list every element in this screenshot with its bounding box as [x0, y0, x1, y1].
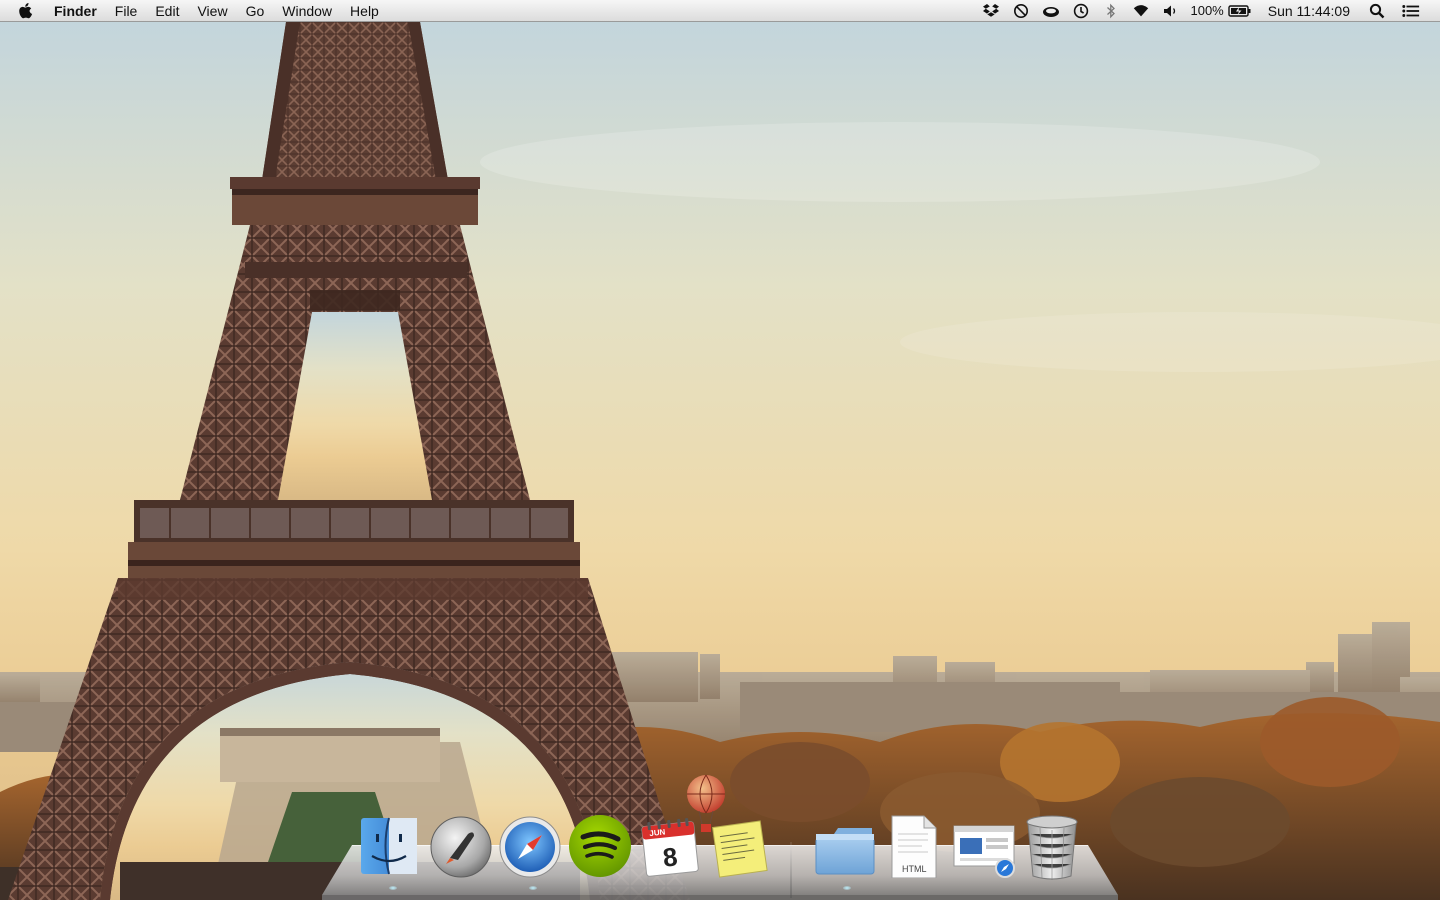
wifi-icon[interactable]: [1132, 2, 1150, 20]
desktop-wallpaper: [0, 22, 1440, 900]
status-menus: 100% Sun 11:44:09: [976, 0, 1440, 22]
dock-finder[interactable]: [358, 812, 428, 890]
menu-bar: Finder File Edit View Go Window Help 100…: [0, 0, 1440, 22]
webpage-document-icon: [953, 825, 1015, 878]
dock-launchpad[interactable]: [428, 812, 498, 888]
launchpad-icon: [430, 816, 492, 878]
html-file-label: HTML: [902, 864, 927, 874]
app-menu-finder[interactable]: Finder: [52, 0, 106, 22]
running-indicator: [843, 886, 851, 890]
bluetooth-icon[interactable]: [1102, 2, 1120, 20]
calendar-month: JUN: [649, 827, 666, 838]
dock-safari[interactable]: [498, 812, 568, 890]
battery-percentage[interactable]: 100%: [1190, 3, 1223, 18]
menu-view[interactable]: View: [188, 0, 236, 22]
trash-icon: [1026, 815, 1078, 880]
dock-trash[interactable]: [1022, 812, 1092, 888]
volume-icon[interactable]: [1162, 2, 1180, 20]
running-indicator: [389, 886, 397, 890]
apple-icon[interactable]: [18, 0, 38, 22]
do-not-disturb-icon[interactable]: [1012, 2, 1030, 20]
menu-window[interactable]: Window: [273, 0, 341, 22]
dock-spotify[interactable]: [568, 812, 638, 888]
battery-icon[interactable]: [1228, 2, 1252, 20]
menu-edit[interactable]: Edit: [146, 0, 188, 22]
html-document-icon: HTML: [891, 815, 937, 878]
folder-stack-icon: [815, 828, 875, 875]
spotlight-search-icon[interactable]: [1368, 2, 1386, 20]
finder-icon: [361, 817, 417, 875]
desktop[interactable]: Finder File Edit View Go Window Help 100…: [0, 0, 1440, 900]
notification-center-icon[interactable]: [1402, 2, 1420, 20]
dock-safari-webpage[interactable]: [950, 812, 1020, 888]
dock-separator: [790, 842, 792, 898]
dock: JUN 8 HTML: [350, 774, 1092, 898]
spotify-icon: [569, 815, 631, 877]
menu-go[interactable]: Go: [237, 0, 274, 22]
dock-documents-stack[interactable]: [812, 812, 882, 890]
menubar-clock[interactable]: Sun 11:44:09: [1268, 3, 1350, 19]
safari-icon: [499, 816, 561, 878]
time-machine-icon[interactable]: [1072, 2, 1090, 20]
dock-html-file[interactable]: HTML: [882, 812, 952, 888]
running-indicator: [529, 886, 537, 890]
dropbox-icon[interactable]: [982, 2, 1000, 20]
hot-air-balloon-icon[interactable]: [684, 774, 728, 840]
menu-file[interactable]: File: [106, 0, 147, 22]
cloud-sync-icon[interactable]: [1042, 2, 1060, 20]
menu-help[interactable]: Help: [341, 0, 388, 22]
